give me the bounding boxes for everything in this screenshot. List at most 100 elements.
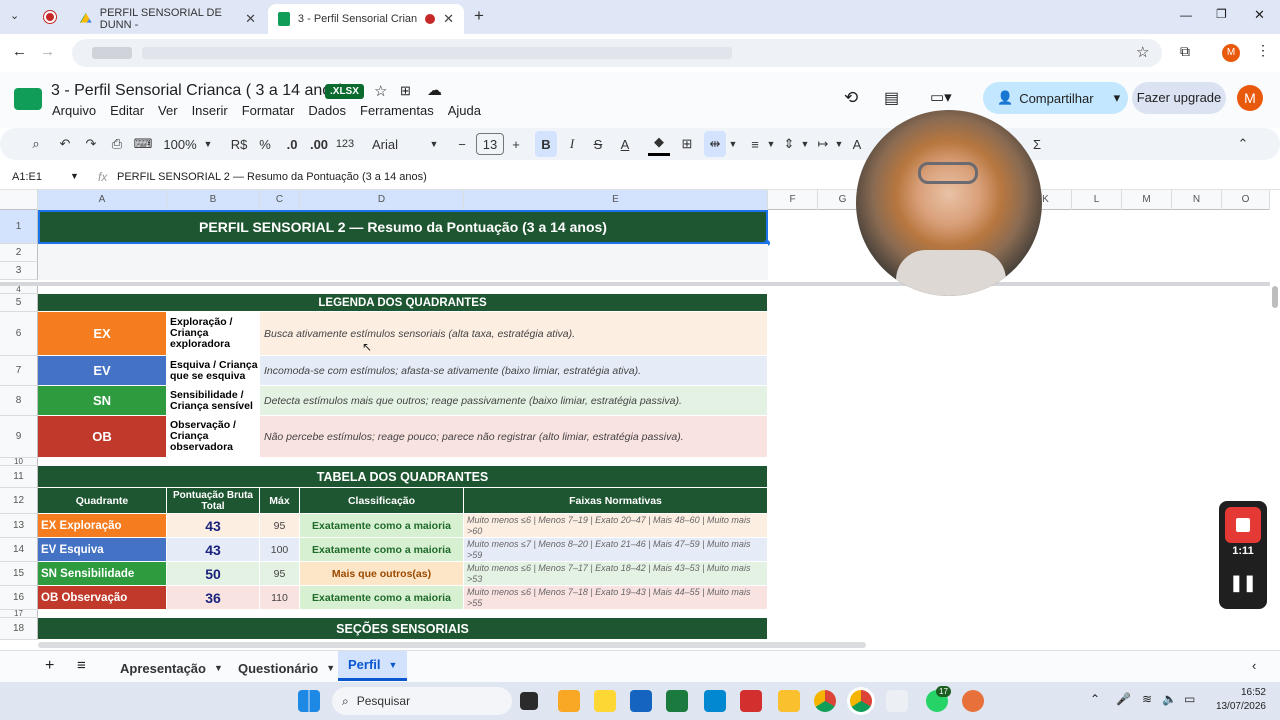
faixa-cell[interactable]: Muito menos ≤6 | Menos 7–18 | Exato 19–4… <box>464 586 768 610</box>
chevron-down-icon[interactable]: ▼ <box>800 128 810 160</box>
score-cell[interactable]: 43 <box>167 538 260 562</box>
chevron-down-icon[interactable]: ▼ <box>202 128 214 160</box>
quad-cell[interactable]: EV Esquiva <box>38 538 167 562</box>
chevron-down-icon[interactable]: ▾ <box>1114 90 1121 106</box>
vertical-align-icon[interactable]: ⇕ <box>780 128 798 160</box>
legend-label[interactable]: Observação / Criança observadora <box>167 416 260 458</box>
sheet-title[interactable]: PERFIL SENSORIAL 2 — Resumo da Pontuação… <box>38 210 768 244</box>
new-tab-button[interactable]: + <box>474 6 484 26</box>
menu-dados[interactable]: Dados <box>308 103 346 118</box>
row-header[interactable]: 2 <box>0 244 38 262</box>
extensions-icon[interactable]: ⧉ <box>1180 43 1190 60</box>
score-cell[interactable]: 50 <box>167 562 260 586</box>
close-icon[interactable]: ✕ <box>443 11 454 27</box>
app-icon[interactable] <box>558 690 580 712</box>
app-icon[interactable] <box>594 690 616 712</box>
maximize-icon[interactable]: ❐ <box>1216 7 1227 21</box>
row-header[interactable]: 10 <box>0 458 38 466</box>
table-header[interactable]: Quadrante <box>38 488 167 514</box>
sheet-tab-perfil[interactable]: Perfil ▼ <box>338 651 408 681</box>
chevron-down-icon[interactable]: ⌄ <box>10 9 19 22</box>
increase-decimal-button[interactable]: .00 <box>308 128 330 160</box>
forward-icon[interactable]: → <box>40 43 55 60</box>
decrease-decimal-button[interactable]: .0 <box>282 128 302 160</box>
row-header[interactable]: 12 <box>0 488 38 514</box>
class-cell[interactable]: Exatamente como a maioria <box>300 538 464 562</box>
chevron-down-icon[interactable]: ▼ <box>728 128 738 160</box>
row-header[interactable]: 8 <box>0 386 38 416</box>
menu-ver[interactable]: Ver <box>158 103 178 118</box>
star-icon[interactable]: ☆ <box>1136 43 1149 61</box>
formula-input[interactable]: PERFIL SENSORIAL 2 — Resumo da Pontuação… <box>117 171 427 183</box>
close-icon[interactable]: ✕ <box>245 11 256 27</box>
star-icon[interactable]: ☆ <box>374 82 387 100</box>
upgrade-button[interactable]: Fazer upgrade <box>1132 82 1226 114</box>
legend-code-sn[interactable]: SN <box>38 386 167 416</box>
max-cell[interactable]: 95 <box>260 514 300 538</box>
paint-format-icon[interactable]: ⌨ <box>134 128 153 160</box>
sheets-logo-icon[interactable] <box>14 88 42 110</box>
microphone-icon[interactable]: 🎤 <box>1116 692 1131 706</box>
faixa-cell[interactable]: Muito menos ≤6 | Menos 7–17 | Exato 18–4… <box>464 562 768 586</box>
merge-cells-icon[interactable]: ⇹ <box>704 131 726 157</box>
column-header[interactable]: A <box>38 190 167 210</box>
menu-ferramentas[interactable]: Ferramentas <box>360 103 434 118</box>
italic-button[interactable]: I <box>563 128 581 160</box>
print-icon[interactable]: ⎙ <box>108 128 126 160</box>
share-button[interactable]: 👤 Compartilhar ▾ <box>983 82 1128 114</box>
legend-label[interactable]: Exploração / Criança exploradora <box>167 312 260 356</box>
font-select[interactable]: Arial <box>372 128 412 160</box>
url-field[interactable] <box>72 39 1162 67</box>
chevron-down-icon[interactable]: ▼ <box>428 128 440 160</box>
scroll-thumb[interactable] <box>1272 286 1278 308</box>
profile-avatar[interactable]: M <box>1222 44 1240 62</box>
max-cell[interactable]: 110 <box>260 586 300 610</box>
move-folder-icon[interactable]: ⊞ <box>400 83 411 99</box>
column-header[interactable]: N <box>1172 190 1222 210</box>
volume-icon[interactable]: 🔈 <box>1162 692 1177 706</box>
text-wrap-icon[interactable]: ↦ <box>814 128 832 160</box>
column-header[interactable]: C <box>260 190 300 210</box>
legend-desc[interactable]: Não percebe estímulos; reage pouco; pare… <box>260 416 768 458</box>
history-icon[interactable]: ⟲ <box>844 88 858 108</box>
class-cell[interactable]: Exatamente como a maioria <box>300 514 464 538</box>
collapse-toolbar-icon[interactable]: ⌃ <box>1234 128 1252 160</box>
row-header[interactable]: 6 <box>0 312 38 356</box>
bold-button[interactable]: B <box>535 131 557 157</box>
doc-title[interactable]: 3 - Perfil Sensorial Crianca ( 3 a 14 an… <box>51 82 344 100</box>
column-header[interactable]: O <box>1222 190 1270 210</box>
row-header[interactable]: 14 <box>0 538 38 562</box>
text-color-icon[interactable]: A <box>616 128 634 160</box>
table-header[interactable]: Classificação <box>300 488 464 514</box>
legend-label[interactable]: Sensibilidade / Criança sensível <box>167 386 260 416</box>
battery-icon[interactable]: ▭ <box>1184 692 1195 706</box>
column-header[interactable]: D <box>300 190 464 210</box>
column-header[interactable]: B <box>167 190 260 210</box>
score-cell[interactable]: 36 <box>167 586 260 610</box>
stop-record-button[interactable] <box>1225 507 1261 543</box>
app-icon[interactable] <box>886 690 908 712</box>
faixa-cell[interactable]: Muito menos ≤6 | Menos 7–19 | Exato 20–4… <box>464 514 768 538</box>
task-view-icon[interactable] <box>520 692 538 710</box>
row-header[interactable]: 13 <box>0 514 38 538</box>
horizontal-scrollbar[interactable] <box>38 640 1270 650</box>
row-header[interactable]: 17 <box>0 610 38 618</box>
search-menus-icon[interactable]: ⌕ <box>26 128 46 160</box>
column-header[interactable]: L <box>1072 190 1122 210</box>
table-header[interactable]: Máx <box>260 488 300 514</box>
row-header[interactable]: 18 <box>0 618 38 640</box>
minimize-icon[interactable]: — <box>1180 8 1192 22</box>
percent-button[interactable]: % <box>256 128 274 160</box>
wifi-icon[interactable]: ≋ <box>1142 692 1152 706</box>
score-cell[interactable]: 43 <box>167 514 260 538</box>
chrome-icon[interactable] <box>850 690 872 712</box>
legend-title[interactable]: LEGENDA DOS QUADRANTES <box>38 294 768 312</box>
close-window-icon[interactable]: ✕ <box>1254 7 1265 23</box>
max-cell[interactable]: 95 <box>260 562 300 586</box>
scroll-thumb[interactable] <box>38 642 866 648</box>
row-header[interactable]: 11 <box>0 466 38 488</box>
legend-code-ex[interactable]: EX <box>38 312 167 356</box>
legend-desc[interactable]: Incomoda-se com estímulos; afasta-se ati… <box>260 356 768 386</box>
vertical-scrollbar[interactable] <box>1270 210 1280 640</box>
table-header[interactable]: Pontuação Bruta Total <box>167 488 260 514</box>
